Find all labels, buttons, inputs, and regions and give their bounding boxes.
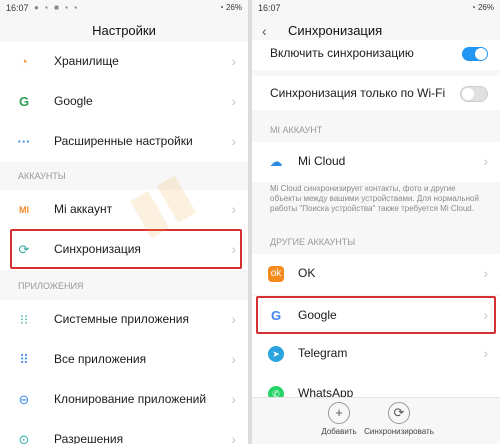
chevron-right-icon: ›	[231, 351, 236, 367]
chevron-right-icon: ›	[483, 265, 488, 281]
settings-screen: 16:07 ● ▪ ■ ▪ ▪ ◔ 26% Настройки ◔ Хранил…	[0, 0, 248, 444]
storage-icon: ◔	[20, 54, 28, 69]
sync-now-button[interactable]: ⟳ Синхронизировать	[364, 402, 434, 436]
more-dots-icon: ···	[17, 134, 31, 149]
status-bar: 16:07 ● ▪ ■ ▪ ▪ ◔ 26%	[0, 0, 248, 16]
chevron-right-icon: ›	[231, 201, 236, 217]
bottom-action-bar: + Добавить ⟳ Синхронизировать	[252, 397, 500, 444]
settings-item-all-apps[interactable]: ⠿ Все приложения ›	[0, 340, 248, 380]
settings-item-storage[interactable]: ◔ Хранилище ›	[0, 42, 248, 82]
section-apps: ПРИЛОЖЕНИЯ	[18, 281, 84, 291]
section-other-accounts: ДРУГИЕ АККАУНТЫ	[270, 237, 356, 247]
enable-sync-row[interactable]: Включить синхронизацию	[252, 40, 500, 70]
chevron-right-icon: ›	[483, 345, 488, 361]
highlight-box	[10, 229, 242, 269]
wifi-only-row[interactable]: Синхронизация только по Wi-Fi	[252, 76, 500, 110]
chevron-right-icon: ›	[231, 133, 236, 149]
mi-cloud-description: Mi Cloud синхронизирует контакты, фото и…	[270, 184, 479, 213]
ok-icon: ok	[268, 266, 284, 282]
settings-item-advanced[interactable]: ··· Расширенные настройки ›	[0, 122, 248, 162]
settings-item-google[interactable]: G Google ›	[0, 82, 248, 122]
page-title: Настройки	[92, 23, 156, 38]
chevron-right-icon: ›	[231, 311, 236, 327]
account-row-ok[interactable]: ok OK ›	[252, 254, 500, 294]
refresh-icon: ⟳	[388, 402, 410, 424]
mi-icon: MI	[19, 205, 29, 215]
sync-screen: 16:07 ◔ 26% ‹ Синхронизация Включить син…	[252, 0, 500, 444]
apps-circles-icon: ⠿	[19, 352, 29, 367]
chevron-right-icon: ›	[231, 93, 236, 109]
settings-item-system-apps[interactable]: ⁝⁝ Системные приложения ›	[0, 300, 248, 340]
account-row-telegram[interactable]: ➤ Telegram ›	[252, 334, 500, 374]
plus-icon: +	[328, 402, 350, 424]
settings-item-permissions[interactable]: ⊙ Разрешения ›	[0, 420, 248, 444]
apps-grid-icon: ⁝⁝	[19, 312, 29, 327]
chevron-right-icon: ›	[483, 153, 488, 169]
section-mi-account: MI АККАУНТ	[270, 125, 323, 135]
chevron-right-icon: ›	[231, 391, 236, 407]
cloud-icon: ☁	[269, 154, 283, 169]
chevron-right-icon: ›	[231, 431, 236, 444]
status-bar: 16:07 ◔ 26%	[252, 0, 500, 16]
battery-text: ◔ 26%	[470, 3, 494, 12]
mi-cloud-row[interactable]: ☁ Mi Cloud ›	[252, 142, 500, 182]
account-row-whatsapp[interactable]: ✆ WhatsApp	[252, 374, 500, 398]
wifi-icon: ◔	[218, 3, 224, 12]
google-icon: G	[18, 94, 30, 109]
clone-icon: ⊖	[18, 392, 30, 407]
settings-item-clone[interactable]: ⊖ Клонирование приложений ›	[0, 380, 248, 420]
chevron-right-icon: ›	[231, 53, 236, 69]
wifi-icon: ◔	[470, 3, 476, 12]
telegram-icon: ➤	[268, 346, 284, 362]
enable-sync-toggle[interactable]	[462, 47, 488, 61]
section-accounts: АККАУНТЫ	[18, 171, 66, 181]
permissions-icon: ⊙	[18, 432, 30, 444]
battery-text: ◔ 26%	[218, 3, 242, 12]
highlight-box	[256, 296, 496, 334]
wifi-only-toggle[interactable]	[460, 86, 488, 102]
status-app-icons: ● ▪ ■ ▪ ▪	[34, 3, 80, 12]
status-time: 16:07	[6, 3, 29, 13]
status-time: 16:07	[258, 3, 281, 13]
